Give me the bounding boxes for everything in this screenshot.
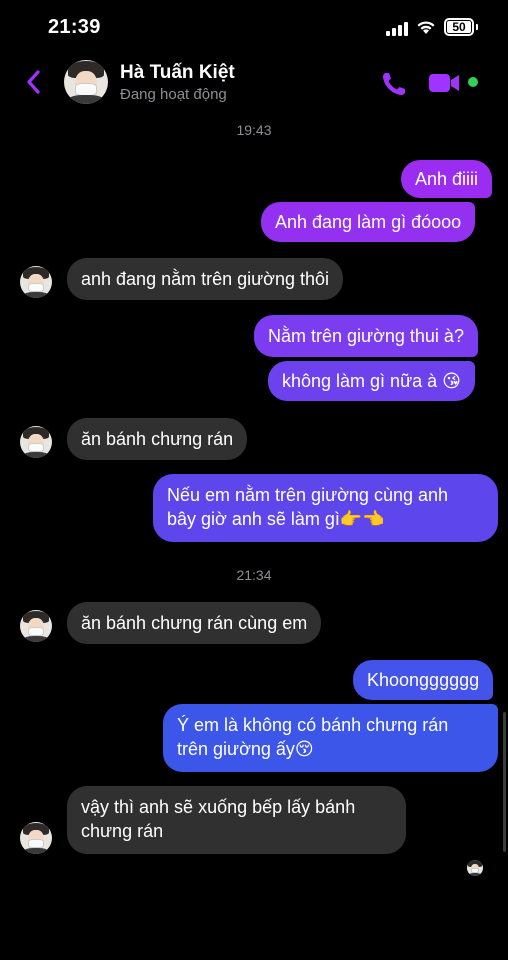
timestamp: 21:34	[236, 567, 272, 583]
timestamp: 19:43	[236, 122, 272, 138]
scrollbar[interactable]	[503, 712, 506, 852]
outgoing-message[interactable]: Ý em là không có bánh chưng rán trên giư…	[163, 704, 498, 772]
phone-icon[interactable]	[380, 70, 408, 98]
outgoing-message[interactable]: không làm gì nữa à 😘	[268, 361, 475, 401]
signal-icon	[386, 22, 410, 36]
outgoing-message[interactable]: Nằm trên giường thui à?	[254, 315, 478, 357]
battery-icon: 50	[444, 18, 474, 36]
outgoing-message[interactable]: Khoongggggg	[353, 660, 494, 700]
video-camera-icon[interactable]	[428, 71, 462, 95]
sender-avatar[interactable]	[20, 610, 52, 642]
chat-header: Hà Tuấn Kiệt Đang hoạt động	[0, 58, 508, 110]
sender-avatar[interactable]	[20, 426, 52, 458]
message-line: trên giường ấy😚	[177, 739, 314, 759]
incoming-message[interactable]: anh đang nằm trên giường thôi	[67, 258, 344, 300]
outgoing-message[interactable]: Nếu em nằm trên giường cùng anh bây giờ …	[153, 474, 498, 542]
incoming-message[interactable]: ăn bánh chưng rán	[67, 418, 248, 460]
status-time: 21:39	[48, 16, 101, 38]
message-line: Nếu em nằm trên giường cùng anh	[167, 485, 449, 505]
read-receipt-avatar	[467, 860, 483, 876]
contact-name[interactable]: Hà Tuấn Kiệt	[120, 62, 235, 84]
status-bar: 21:39 50	[0, 0, 508, 58]
outgoing-message[interactable]: Anh điiii	[401, 160, 493, 198]
online-indicator	[468, 77, 478, 87]
message-line: vậy thì anh sẽ xuống bếp lấy bánh	[81, 797, 356, 817]
contact-avatar[interactable]	[64, 60, 108, 104]
incoming-message[interactable]: ăn bánh chưng rán cùng em	[67, 602, 322, 644]
message-line: bây giờ anh sẽ làm gì👉👈	[167, 509, 385, 529]
incoming-message[interactable]: vậy thì anh sẽ xuống bếp lấy bánh chưng …	[67, 786, 406, 854]
sender-avatar[interactable]	[20, 822, 52, 854]
battery-level: 50	[447, 21, 471, 34]
sender-avatar[interactable]	[20, 266, 52, 298]
battery-tip	[476, 24, 478, 30]
message-line: chưng rán	[81, 821, 164, 841]
presence-status: Đang hoạt động	[120, 86, 227, 103]
message-line: Ý em là không có bánh chưng rán	[177, 715, 449, 735]
back-chevron-icon[interactable]	[24, 68, 44, 96]
wifi-icon	[417, 21, 435, 34]
outgoing-message[interactable]: Anh đang làm gì đóooo	[261, 202, 476, 242]
